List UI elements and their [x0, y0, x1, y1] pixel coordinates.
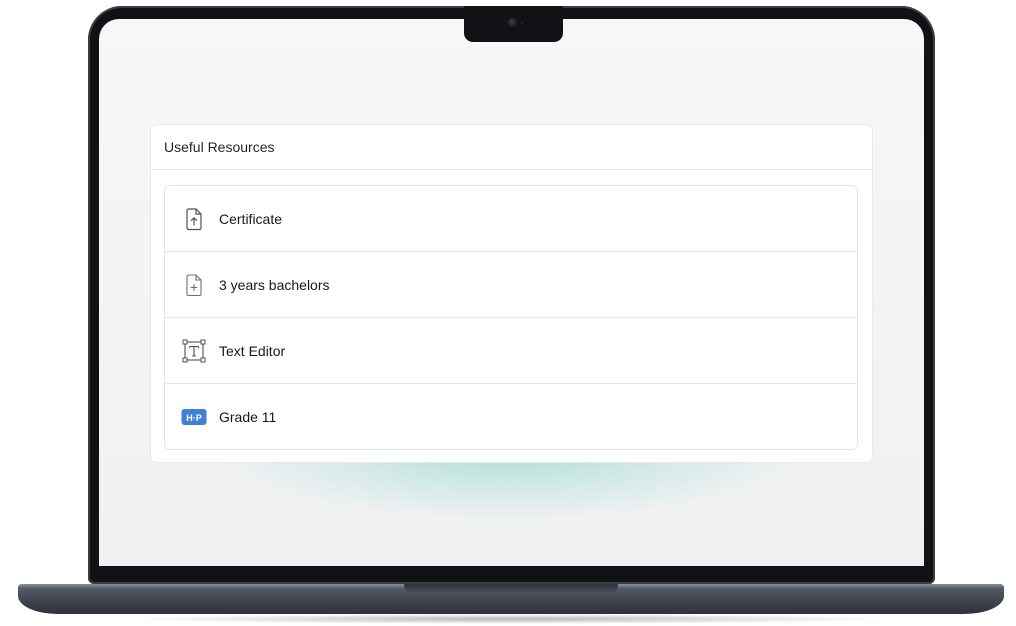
laptop-screen: Useful Resources Certificate 3 years bac… [99, 19, 924, 566]
text-editor-icon [181, 338, 207, 364]
resource-item-label: Grade 11 [219, 408, 277, 425]
camera-indicator [521, 22, 523, 24]
file-upload-icon [181, 206, 207, 232]
resources-panel: Useful Resources Certificate 3 years bac… [150, 124, 873, 463]
panel-title: Useful Resources [151, 125, 872, 170]
h5p-icon: H·P [181, 404, 207, 430]
camera-icon [508, 18, 517, 27]
resource-item-text-editor[interactable]: Text Editor [165, 318, 857, 384]
camera-notch [464, 6, 563, 42]
laptop-shadow [120, 614, 900, 624]
resource-item-3-years-bachelors[interactable]: 3 years bachelors [165, 252, 857, 318]
resources-list: Certificate 3 years bachelors Text Edito… [164, 185, 858, 450]
file-add-icon [181, 272, 207, 298]
resource-item-certificate[interactable]: Certificate [165, 186, 857, 252]
resource-item-label: 3 years bachelors [219, 276, 330, 293]
laptop-base [18, 584, 1004, 614]
resource-item-grade-11[interactable]: H·P Grade 11 [165, 384, 857, 449]
laptop-mockup: Useful Resources Certificate 3 years bac… [0, 0, 1016, 626]
resource-item-label: Text Editor [219, 342, 286, 359]
h5p-badge-text: H·P [186, 413, 202, 423]
lid-opening-notch [404, 584, 618, 595]
resource-item-label: Certificate [219, 210, 283, 227]
